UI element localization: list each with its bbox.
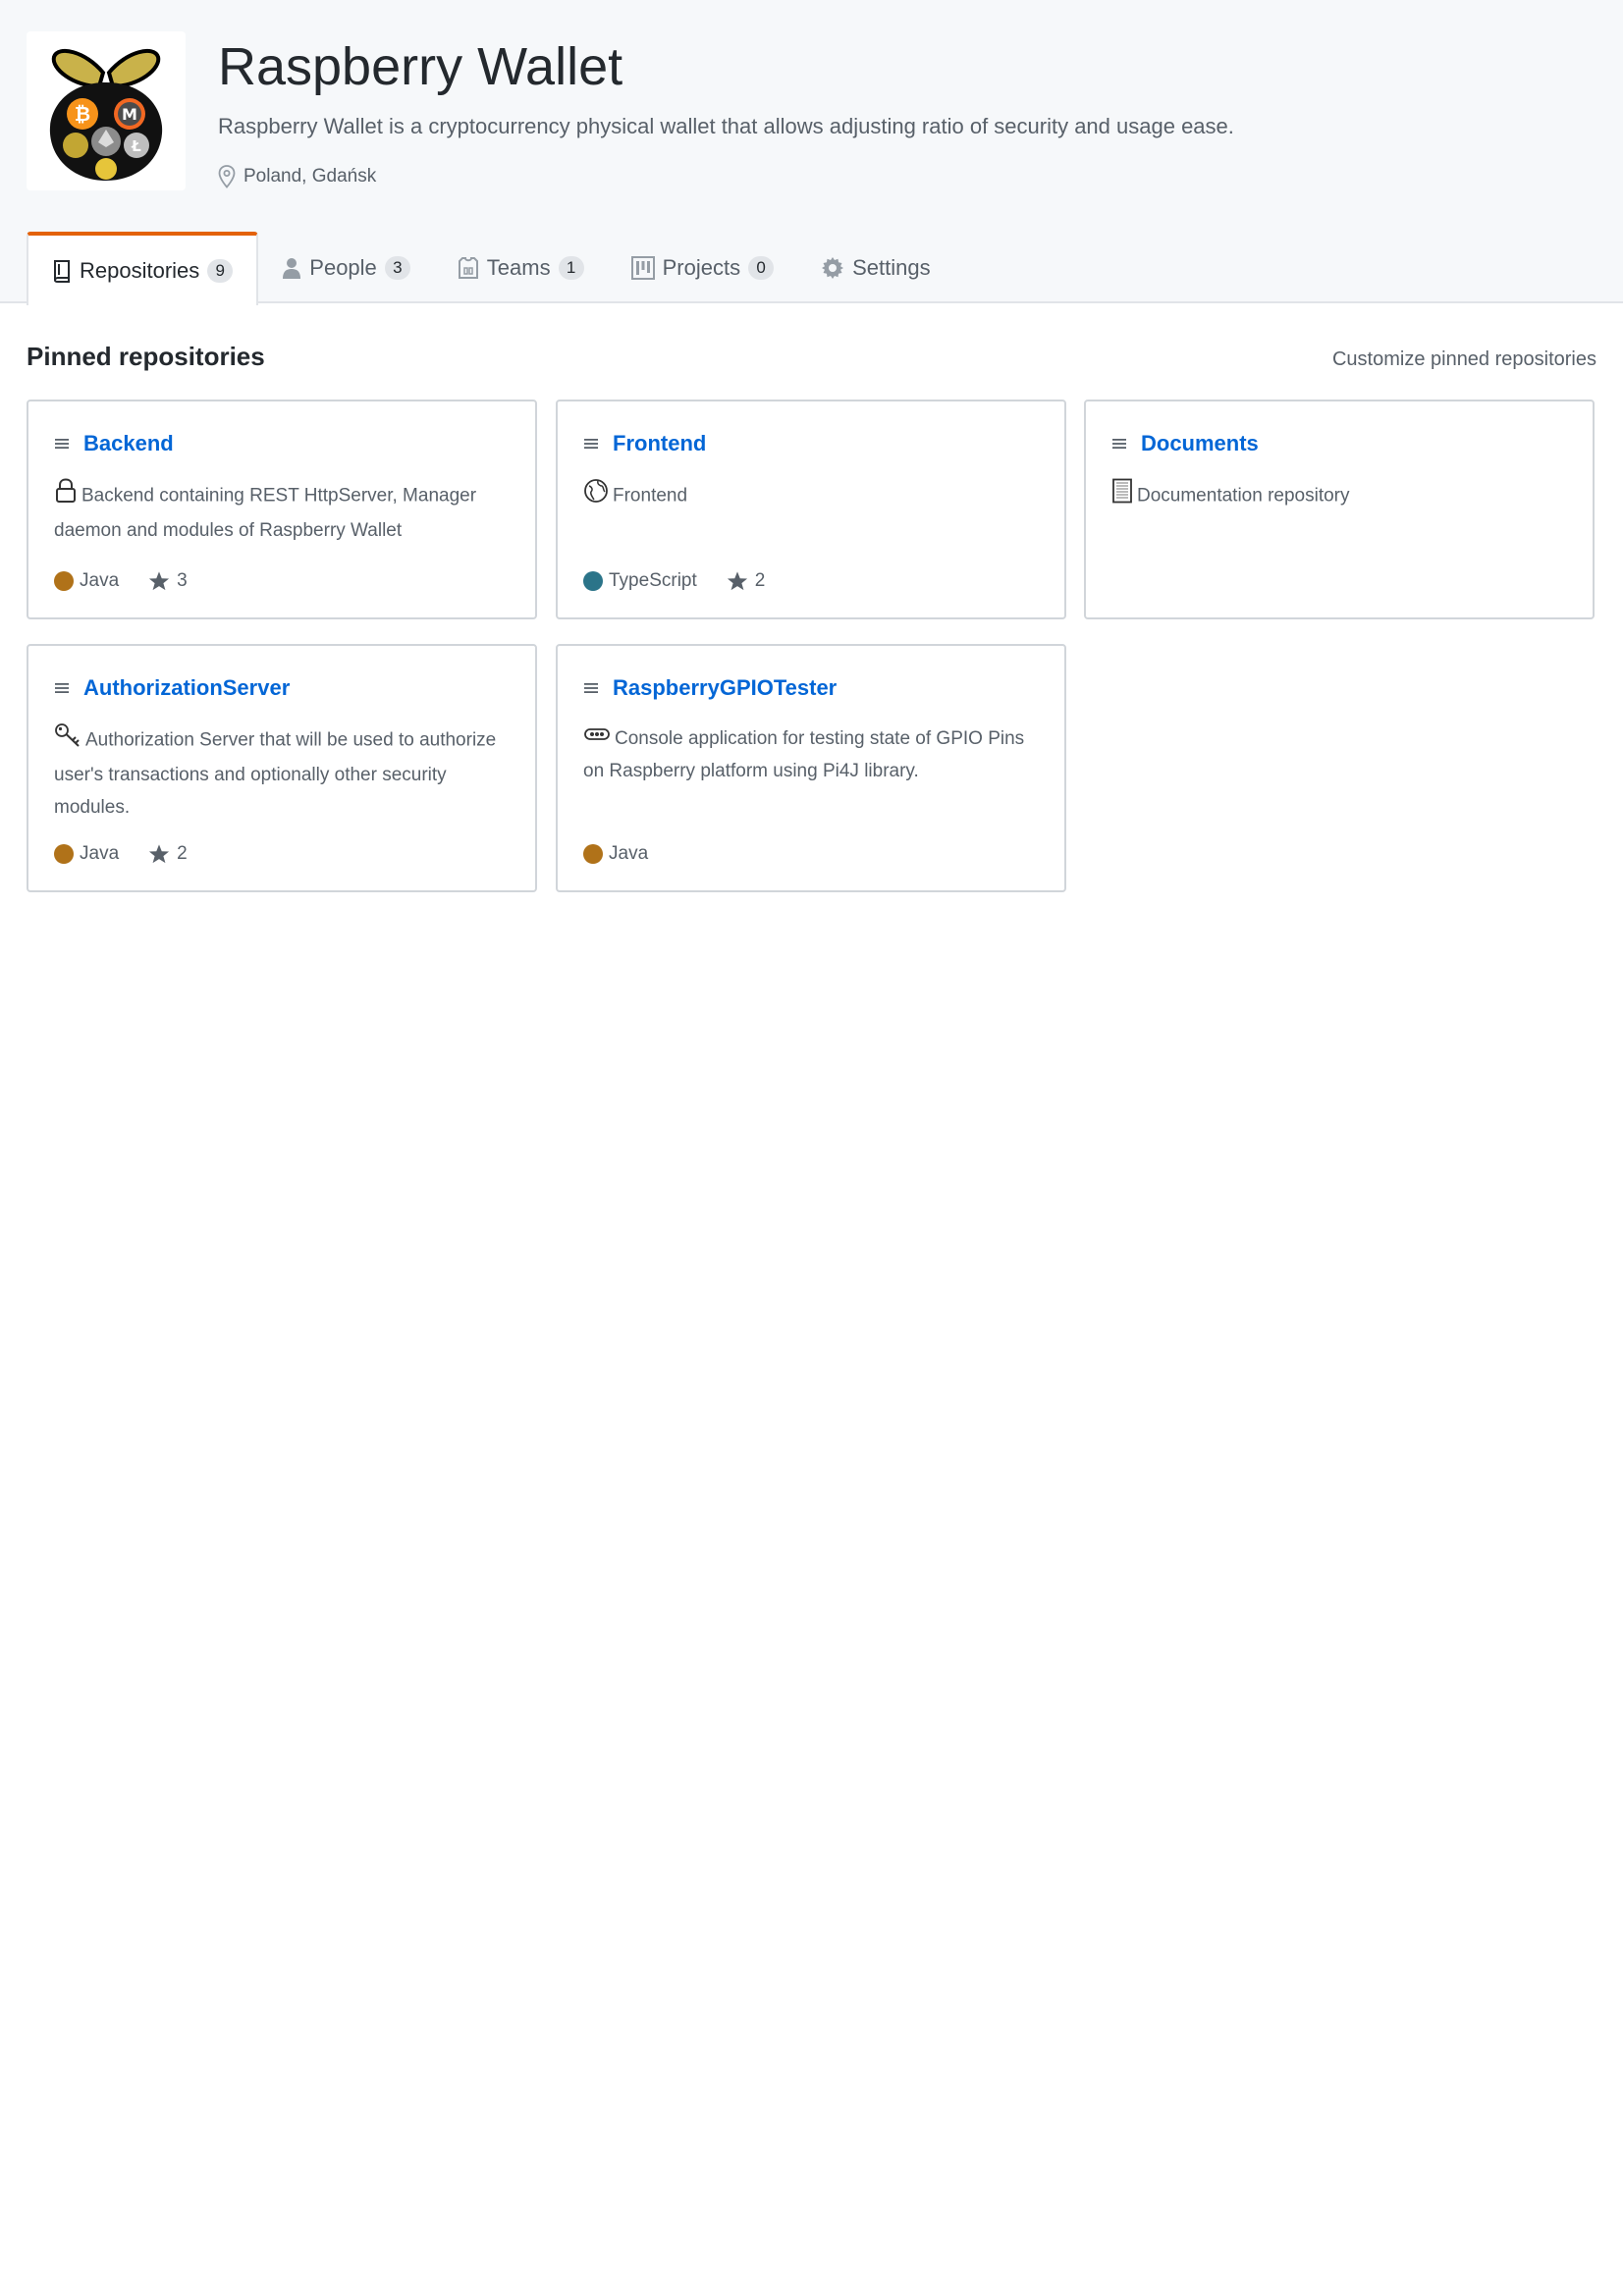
grabber-icon[interactable] xyxy=(1111,436,1127,452)
tab-settings[interactable]: Settings xyxy=(797,232,954,303)
repo-name-link[interactable]: Documents xyxy=(1141,429,1259,458)
globe-icon xyxy=(583,478,609,514)
repo-name-link[interactable]: Backend xyxy=(83,429,174,458)
repo-description-text: Documentation repository xyxy=(1137,485,1350,507)
repo-description: Backend containing REST HttpServer, Mana… xyxy=(54,478,515,547)
grabber-icon[interactable] xyxy=(54,436,70,452)
repo-meta: Java 2 xyxy=(54,843,188,865)
pinned-repo-card: AuthorizationServer Authorization Server… xyxy=(27,644,537,892)
tab-projects-label: Projects xyxy=(662,254,741,280)
svg-text:₿: ₿ xyxy=(75,102,90,126)
raspberry-crypto-logo-icon: ₿ M Ł xyxy=(49,48,163,181)
location-icon xyxy=(218,165,236,188)
grabber-icon[interactable] xyxy=(54,680,70,696)
language-color-dot xyxy=(54,844,74,864)
repo-language-name: Java xyxy=(609,843,649,864)
star-icon xyxy=(149,571,170,591)
tab-people[interactable]: People 3 xyxy=(258,232,434,303)
tab-teams-label: Teams xyxy=(486,254,551,280)
tab-projects-count: 0 xyxy=(748,255,775,280)
repo-meta: Java 3 xyxy=(54,570,188,592)
svg-text:Ł: Ł xyxy=(131,137,141,155)
repo-stars-count: 2 xyxy=(754,570,766,591)
repo-language-name: TypeScript xyxy=(609,570,697,591)
repo-name-link[interactable]: RaspberryGPIOTester xyxy=(613,673,837,703)
repo-icon xyxy=(52,259,72,283)
tab-repositories-label: Repositories xyxy=(80,257,200,283)
person-icon xyxy=(282,256,301,280)
repo-stars-count: 2 xyxy=(177,843,188,864)
repo-language-name: Java xyxy=(80,570,120,591)
repo-language: TypeScript xyxy=(583,570,697,592)
org-description: Raspberry Wallet is a cryptocurrency phy… xyxy=(218,114,1234,138)
jersey-icon xyxy=(458,256,479,280)
repo-language-name: Java xyxy=(80,843,120,864)
tab-settings-label: Settings xyxy=(852,254,931,280)
gear-icon xyxy=(821,256,844,280)
tab-people-count: 3 xyxy=(384,255,410,280)
org-header: ₿ M Ł Raspberry Wallet Raspberry Wallet … xyxy=(0,0,1623,305)
repo-description-text: Authorization Server that will be used t… xyxy=(54,729,497,818)
org-name: Raspberry Wallet xyxy=(218,37,623,96)
tab-teams-count: 1 xyxy=(558,255,584,280)
tab-people-label: People xyxy=(309,254,377,280)
star-icon xyxy=(727,571,747,591)
repo-description: Frontend xyxy=(583,478,1045,514)
key-icon xyxy=(54,722,81,759)
repo-name-link[interactable]: AuthorizationServer xyxy=(83,673,290,703)
repo-language: Java xyxy=(583,843,648,865)
language-color-dot xyxy=(583,844,603,864)
repo-name-row: AuthorizationServer xyxy=(54,673,290,703)
tab-repositories[interactable]: Repositories 9 xyxy=(27,232,259,305)
repo-description-text: Console application for testing state of… xyxy=(583,728,1025,782)
notebook-icon xyxy=(1111,478,1133,514)
repo-language: Java xyxy=(54,570,119,592)
repo-meta: Java xyxy=(583,843,648,865)
tab-teams[interactable]: Teams 1 xyxy=(434,232,608,303)
svg-text:M: M xyxy=(122,105,137,124)
repo-description: Console application for testing state of… xyxy=(583,722,1045,787)
pinned-repo-card: Backend Backend containing REST HttpServ… xyxy=(27,400,537,619)
repo-name-row: RaspberryGPIOTester xyxy=(583,673,837,703)
repo-stars-link[interactable]: 3 xyxy=(148,570,188,592)
repo-name-link[interactable]: Frontend xyxy=(613,429,706,458)
pinned-repo-card: Documents Documentation repository xyxy=(1084,400,1595,619)
repo-stars-link[interactable]: 2 xyxy=(727,570,766,592)
repo-description-text: Frontend xyxy=(613,485,688,507)
repo-name-row: Documents xyxy=(1111,429,1259,458)
repo-meta: TypeScript 2 xyxy=(583,570,765,592)
org-avatar[interactable]: ₿ M Ł xyxy=(27,31,186,190)
customize-pinned-link[interactable]: Customize pinned repositories xyxy=(1332,346,1596,373)
repo-description-text: Backend containing REST HttpServer, Mana… xyxy=(54,485,477,541)
star-icon xyxy=(149,844,170,864)
repo-stars-count: 3 xyxy=(177,570,188,591)
chip-icon xyxy=(583,722,611,755)
grabber-icon[interactable] xyxy=(583,680,599,696)
repo-description: Authorization Server that will be used t… xyxy=(54,722,515,824)
repo-name-row: Backend xyxy=(54,429,174,458)
pinned-repo-card: RaspberryGPIOTester Console application … xyxy=(556,644,1066,892)
location-text: Poland, Gdańsk xyxy=(243,166,377,187)
pinned-repo-card: Frontend Frontend TypeScript 2 xyxy=(556,400,1066,619)
language-color-dot xyxy=(54,571,74,591)
tab-repositories-count: 9 xyxy=(207,258,234,283)
repo-stars-link[interactable]: 2 xyxy=(148,843,188,865)
pinned-repositories-heading: Pinned repositories xyxy=(27,342,265,371)
repo-description: Documentation repository xyxy=(1111,478,1573,514)
tab-projects[interactable]: Projects 0 xyxy=(608,232,797,303)
repo-language: Java xyxy=(54,843,119,865)
grabber-icon[interactable] xyxy=(583,436,599,452)
lock-icon xyxy=(54,478,78,514)
repo-name-row: Frontend xyxy=(583,429,706,458)
org-location: Poland, Gdańsk xyxy=(218,163,376,190)
project-icon xyxy=(630,255,655,280)
org-nav-tabs: Repositories 9 People 3 Teams 1 Projects… xyxy=(27,232,954,305)
language-color-dot xyxy=(583,571,603,591)
